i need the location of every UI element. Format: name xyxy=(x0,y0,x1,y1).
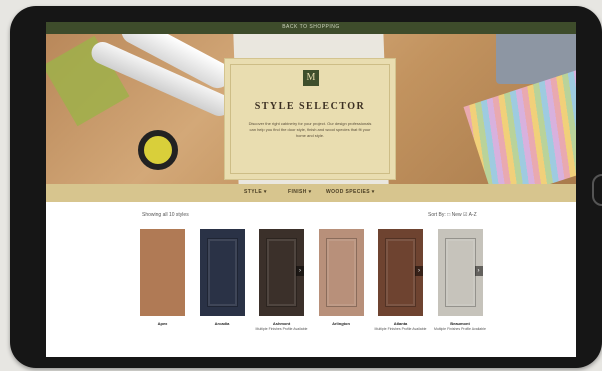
carousel-arrow-right-icon[interactable]: › xyxy=(296,266,304,276)
door-panel-detail xyxy=(206,238,238,307)
hero-tape-measure xyxy=(138,130,178,170)
door-style-note: Multiple Finishes Profile Available xyxy=(374,327,427,331)
door-style-card[interactable] xyxy=(199,229,245,316)
filter-style-dropdown[interactable]: STYLE ▾ xyxy=(244,189,267,195)
hero-description: Discover the right cabinetry for your pr… xyxy=(248,121,372,138)
carousel-arrow-right-icon[interactable]: › xyxy=(474,266,483,276)
hero-image: M STYLE SELECTOR Discover the right cabi… xyxy=(46,34,576,184)
door-panel-detail xyxy=(385,238,416,307)
door-style-name[interactable]: Apex xyxy=(133,321,193,326)
door-style-name[interactable]: Arcadia xyxy=(192,321,252,326)
top-banner: BACK TO SHOPPING xyxy=(46,22,576,34)
hero-title-panel: M STYLE SELECTOR Discover the right cabi… xyxy=(224,58,396,180)
top-banner-link[interactable]: BACK TO SHOPPING xyxy=(46,24,576,30)
door-panel-detail xyxy=(444,238,476,307)
page-title: STYLE SELECTOR xyxy=(254,101,366,112)
filter-wood-species-dropdown[interactable]: WOOD SPECIES ▾ xyxy=(326,189,375,195)
door-panel-detail xyxy=(266,238,297,307)
sort-control[interactable]: Sort By: □ New ☑ A-Z xyxy=(428,212,477,218)
door-style-note: Multiple Finishes Profile Available xyxy=(434,327,486,331)
door-style-name[interactable]: Atlanta xyxy=(371,321,431,326)
door-style-card[interactable] xyxy=(140,229,185,316)
home-button[interactable] xyxy=(592,174,602,206)
door-panel-detail xyxy=(325,238,357,307)
door-style-name[interactable]: Beaumont xyxy=(430,321,490,326)
door-style-note: Multiple Finishes Profile Available xyxy=(255,327,308,331)
filter-nav: STYLE ▾ FINISH ▾ WOOD SPECIES ▾ xyxy=(46,184,576,202)
door-style-name[interactable]: Arlington xyxy=(311,321,371,326)
screen: BACK TO SHOPPING M STYLE SELECTOR Discov… xyxy=(46,22,576,357)
door-style-card[interactable] xyxy=(318,229,364,316)
carousel-arrow-right-icon[interactable]: › xyxy=(415,266,423,276)
door-style-name[interactable]: Ashmont xyxy=(252,321,312,326)
filter-finish-dropdown[interactable]: FINISH ▾ xyxy=(288,189,312,195)
brand-logo-icon: M xyxy=(303,70,319,86)
results-count: Showing all 10 styles xyxy=(142,212,189,218)
